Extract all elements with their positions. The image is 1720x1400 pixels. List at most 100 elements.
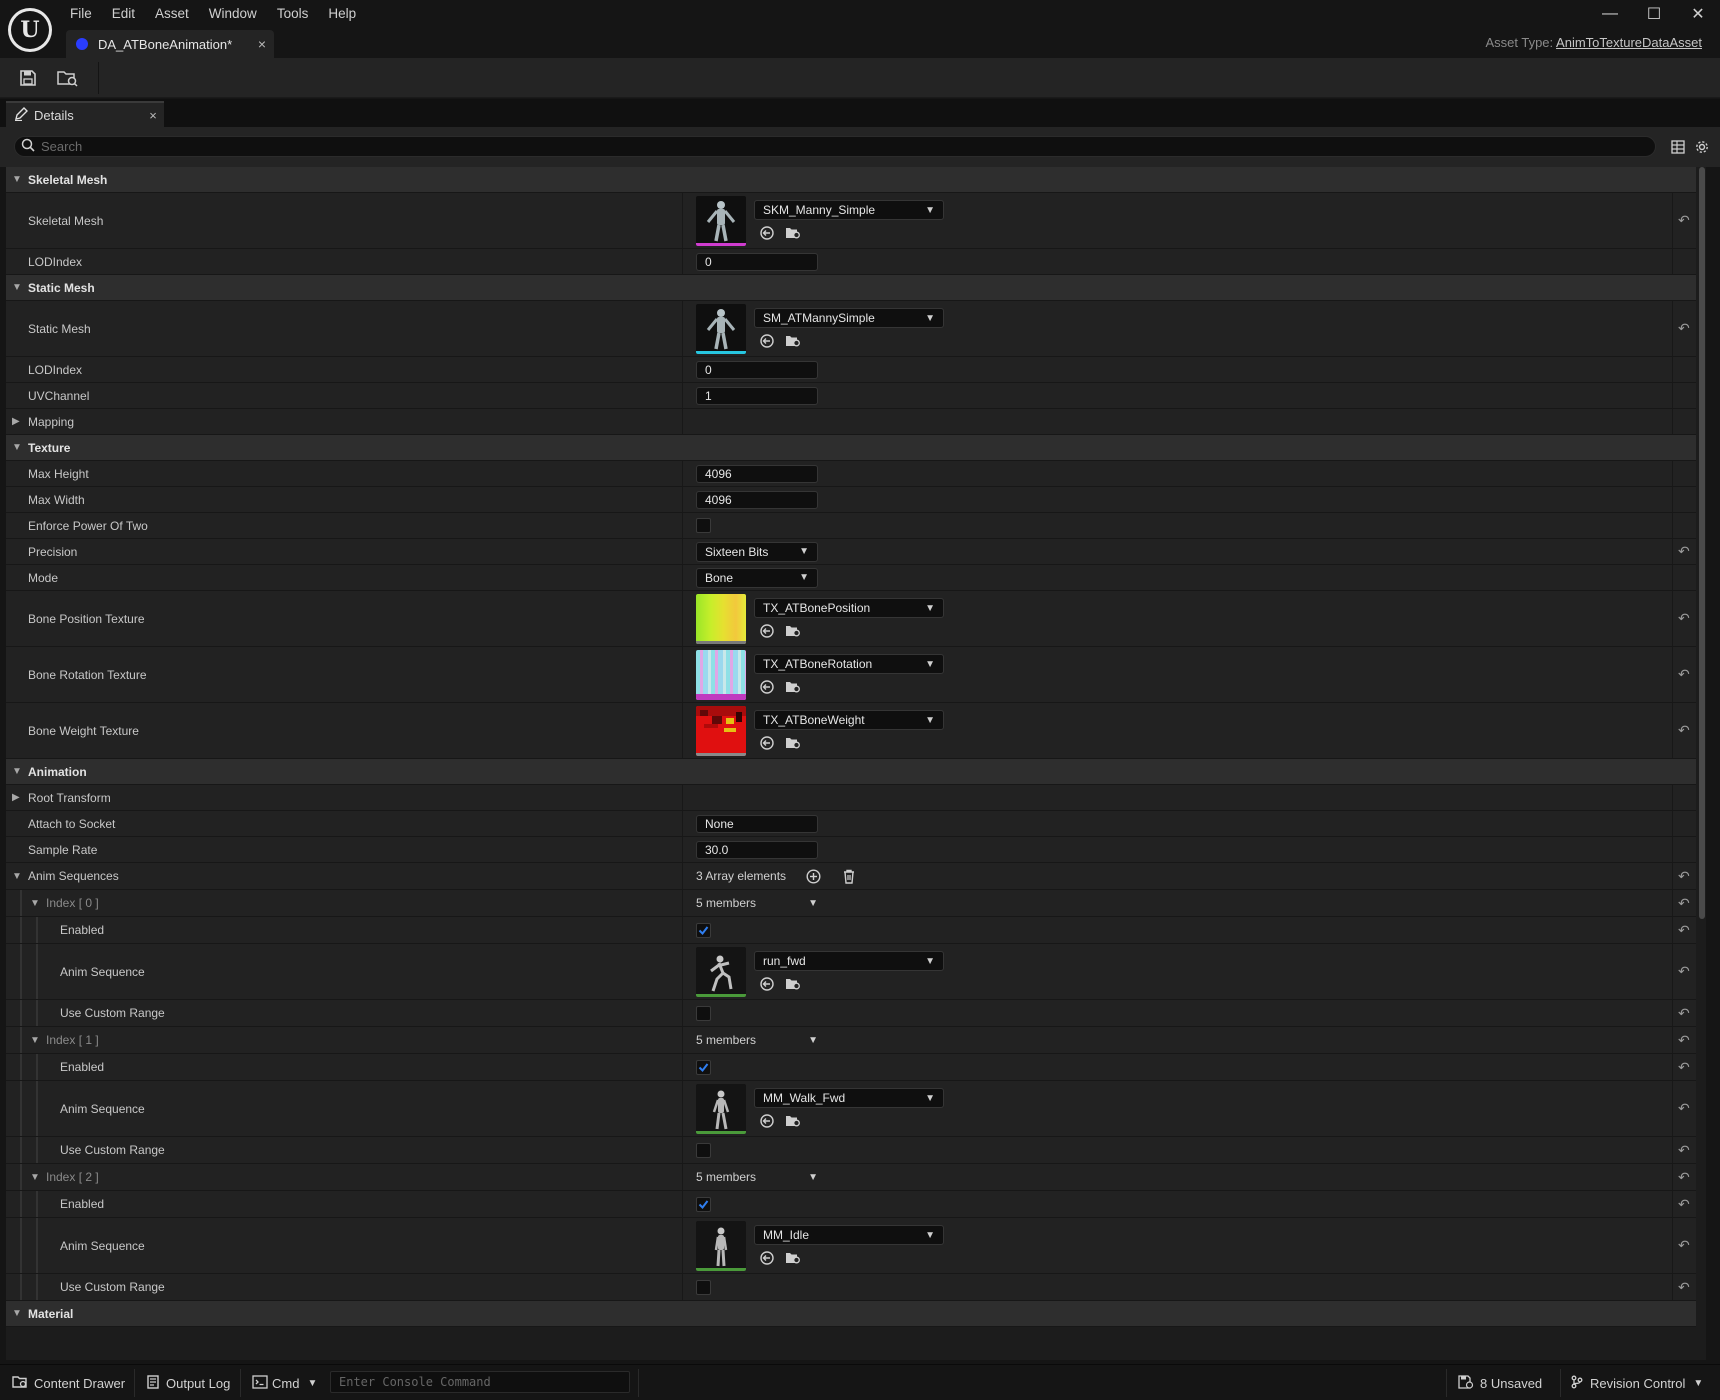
use-selected-icon[interactable] — [758, 975, 776, 993]
reset-to-default-icon[interactable]: ↶ — [1678, 703, 1690, 758]
close-details-icon[interactable]: × — [142, 108, 164, 123]
menu-edit[interactable]: Edit — [102, 4, 145, 26]
members-dropdown[interactable]: 5 members ▼ — [696, 1033, 818, 1047]
anim-thumbnail[interactable] — [696, 1084, 746, 1134]
reset-to-default-icon[interactable]: ↶ — [1678, 917, 1690, 943]
reset-to-default-icon[interactable]: ↶ — [1678, 301, 1690, 356]
property-matrix-icon[interactable] — [1668, 137, 1688, 157]
reset-to-default-icon[interactable]: ↶ — [1678, 1274, 1690, 1300]
reset-to-default-icon[interactable]: ↶ — [1678, 1000, 1690, 1026]
console-command-input[interactable]: Enter Console Command — [330, 1371, 630, 1393]
category-texture[interactable]: ▼ Texture — [6, 435, 1696, 461]
use-custom-range-checkbox[interactable] — [696, 1142, 711, 1158]
asset-dropdown[interactable]: SM_ATMannySimple ▼ — [754, 308, 944, 328]
lod-index-field[interactable]: 0 — [696, 252, 818, 271]
menu-asset[interactable]: Asset — [145, 4, 199, 26]
scrollbar-thumb[interactable] — [1699, 167, 1705, 919]
maximize-button[interactable]: ☐ — [1632, 0, 1676, 28]
enforce-power-of-two-checkbox[interactable] — [696, 518, 711, 533]
minimize-button[interactable]: — — [1588, 0, 1632, 28]
trash-icon[interactable] — [840, 867, 858, 885]
use-selected-icon[interactable] — [758, 678, 776, 696]
menu-help[interactable]: Help — [318, 4, 366, 26]
collapsed-arrow-icon[interactable]: ▶ — [12, 785, 20, 810]
reset-to-default-icon[interactable]: ↶ — [1678, 1164, 1690, 1190]
texture-thumbnail[interactable] — [696, 594, 746, 644]
reset-to-default-icon[interactable]: ↶ — [1678, 539, 1690, 564]
expand-arrow-icon[interactable]: ▼ — [30, 1164, 40, 1190]
browse-icon[interactable] — [784, 678, 802, 696]
reset-to-default-icon[interactable]: ↶ — [1678, 647, 1690, 702]
members-dropdown[interactable]: 5 members ▼ — [696, 896, 818, 910]
use-selected-icon[interactable] — [758, 1112, 776, 1130]
max-height-field[interactable]: 4096 — [696, 464, 818, 483]
expand-arrow-icon[interactable]: ▼ — [12, 435, 22, 460]
expand-arrow-icon[interactable]: ▼ — [12, 759, 22, 784]
save-icon[interactable] — [12, 64, 44, 92]
close-tab-icon[interactable]: × — [250, 36, 274, 52]
use-selected-icon[interactable] — [758, 1249, 776, 1267]
category-material[interactable]: ▼ Material — [6, 1301, 1696, 1327]
property-row-root-transform[interactable]: ▶ Root Transform — [6, 785, 1696, 811]
mesh-thumbnail[interactable] — [696, 196, 746, 246]
reset-to-default-icon[interactable]: ↶ — [1678, 863, 1690, 889]
close-window-button[interactable]: ✕ — [1676, 0, 1720, 28]
texture-thumbnail[interactable] — [696, 650, 746, 700]
use-custom-range-checkbox[interactable] — [696, 1279, 711, 1295]
settings-gear-icon[interactable] — [1692, 137, 1712, 157]
use-selected-icon[interactable] — [758, 332, 776, 350]
asset-dropdown[interactable]: run_fwd ▼ — [754, 951, 944, 971]
use-selected-icon[interactable] — [758, 622, 776, 640]
unsaved-button[interactable]: 8 Unsaved — [1458, 1371, 1542, 1395]
mode-dropdown[interactable]: Bone ▼ — [696, 567, 818, 588]
asset-dropdown[interactable]: TX_ATBoneWeight ▼ — [754, 710, 944, 730]
reset-to-default-icon[interactable]: ↶ — [1678, 591, 1690, 646]
reset-to-default-icon[interactable]: ↶ — [1678, 1054, 1690, 1080]
menu-file[interactable]: File — [60, 4, 102, 26]
reset-to-default-icon[interactable]: ↶ — [1678, 193, 1690, 248]
document-tab[interactable]: DA_ATBoneAnimation* × — [66, 30, 274, 58]
asset-dropdown[interactable]: TX_ATBonePosition ▼ — [754, 598, 944, 618]
details-tab[interactable]: Details × — [6, 101, 164, 127]
browse-to-asset-icon[interactable] — [52, 64, 84, 92]
content-drawer-button[interactable]: Content Drawer — [12, 1371, 125, 1395]
cmd-selector[interactable]: Cmd ▼ — [252, 1371, 317, 1395]
output-log-button[interactable]: Output Log — [146, 1371, 230, 1395]
expand-arrow-icon[interactable]: ▼ — [12, 1301, 22, 1326]
lod-index-field[interactable]: 0 — [696, 360, 818, 379]
browse-icon[interactable] — [784, 332, 802, 350]
collapsed-arrow-icon[interactable]: ▶ — [12, 409, 20, 434]
asset-dropdown[interactable]: MM_Walk_Fwd ▼ — [754, 1088, 944, 1108]
menu-window[interactable]: Window — [199, 4, 267, 26]
browse-icon[interactable] — [784, 975, 802, 993]
enabled-checkbox[interactable] — [696, 922, 711, 938]
sample-rate-field[interactable]: 30.0 — [696, 840, 818, 859]
uv-channel-field[interactable]: 1 — [696, 386, 818, 405]
use-selected-icon[interactable] — [758, 224, 776, 242]
precision-dropdown[interactable]: Sixteen Bits ▼ — [696, 541, 818, 562]
browse-icon[interactable] — [784, 224, 802, 242]
search-input[interactable] — [41, 139, 1541, 154]
expand-arrow-icon[interactable]: ▼ — [12, 863, 22, 889]
category-animation[interactable]: ▼ Animation — [6, 759, 1696, 785]
browse-icon[interactable] — [784, 622, 802, 640]
anim-thumbnail[interactable] — [696, 947, 746, 997]
mesh-thumbnail[interactable] — [696, 304, 746, 354]
attach-socket-field[interactable]: None — [696, 814, 818, 833]
browse-icon[interactable] — [784, 1249, 802, 1267]
anim-thumbnail[interactable] — [696, 1221, 746, 1271]
use-custom-range-checkbox[interactable] — [696, 1005, 711, 1021]
reset-to-default-icon[interactable]: ↶ — [1678, 944, 1690, 999]
enabled-checkbox[interactable] — [696, 1196, 711, 1212]
asset-dropdown[interactable]: TX_ATBoneRotation ▼ — [754, 654, 944, 674]
reset-to-default-icon[interactable]: ↶ — [1678, 1191, 1690, 1217]
browse-icon[interactable] — [784, 734, 802, 752]
revision-control-button[interactable]: Revision Control ▼ — [1570, 1371, 1703, 1395]
max-width-field[interactable]: 4096 — [696, 490, 818, 509]
expand-arrow-icon[interactable]: ▼ — [12, 275, 22, 300]
use-selected-icon[interactable] — [758, 734, 776, 752]
expand-arrow-icon[interactable]: ▼ — [30, 1027, 40, 1053]
enabled-checkbox[interactable] — [696, 1059, 711, 1075]
asset-type-link[interactable]: AnimToTextureDataAsset — [1556, 35, 1702, 50]
texture-thumbnail[interactable] — [696, 706, 746, 756]
